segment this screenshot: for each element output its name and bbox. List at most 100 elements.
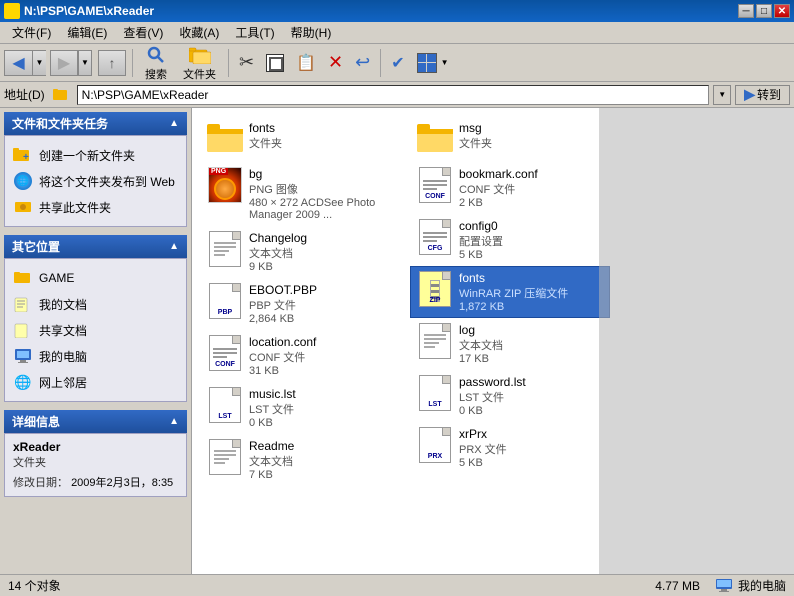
list-item[interactable]: PNG bg PNG 图像 480 × 272 ACDSee Photo Man…	[200, 162, 400, 226]
list-item[interactable]: fonts 文件夹	[200, 116, 400, 162]
task-share[interactable]: 共享此文件夹	[13, 194, 178, 220]
other-shared-docs[interactable]: 共享文档	[13, 317, 178, 343]
up-button[interactable]: ↑	[98, 50, 126, 76]
back-dropdown[interactable]: ▼	[32, 50, 46, 76]
view-button[interactable]	[413, 51, 441, 75]
file-info: password.lst LST 文件 0 KB	[459, 375, 526, 417]
other-network[interactable]: 🌐 网上邻居	[13, 369, 178, 395]
titlebar-title: N:\PSP\GAME\xReader	[4, 3, 154, 19]
list-item[interactable]: Changelog 文本文档 9 KB	[200, 226, 400, 278]
statusbar: 14 个对象 4.77 MB 我的电脑	[0, 574, 794, 596]
my-computer-icon	[13, 346, 33, 366]
left-panel: 文件和文件夹任务 ▲ + 创建一个新文件夹 🌐	[0, 108, 192, 574]
other-my-computer[interactable]: 我的电脑	[13, 343, 178, 369]
list-item[interactable]: CFG config0 配置设置 5 KB	[410, 214, 610, 266]
file-type: 文件夹	[249, 135, 282, 151]
close-button[interactable]: ✕	[774, 4, 790, 18]
menu-help[interactable]: 帮助(H)	[283, 22, 340, 43]
delete-button[interactable]: ✕	[324, 50, 347, 75]
goto-label: 转到	[757, 86, 781, 103]
move-icon: ✔	[391, 53, 404, 73]
file-type: LST 文件	[459, 389, 526, 405]
goto-button[interactable]: ▶ 转到	[735, 85, 790, 105]
share-icon	[13, 197, 33, 217]
task-publish[interactable]: 🌐 将这个文件夹发布到 Web	[13, 168, 178, 194]
copy-icon	[266, 54, 284, 72]
forward-group: ▶ ▼	[50, 50, 92, 76]
detail-header[interactable]: 详细信息 ▲	[4, 410, 187, 433]
file-size: 9 KB	[249, 261, 307, 273]
minimize-button[interactable]: ─	[738, 4, 754, 18]
titlebar: N:\PSP\GAME\xReader ─ □ ✕	[0, 0, 794, 22]
detail-section: 详细信息 ▲ xReader 文件夹 修改日期： 2009年2月3日，8:35	[4, 410, 187, 497]
other-body: GAME 我的文档 共享文档	[4, 258, 187, 402]
back-button[interactable]: ◀	[4, 50, 32, 76]
file-name: EBOOT.PBP	[249, 283, 317, 297]
view-dropdown[interactable]: ▼	[441, 58, 449, 67]
undo-button[interactable]: ↩	[351, 50, 374, 75]
other-header[interactable]: 其它位置 ▲	[4, 235, 187, 258]
task-new-folder[interactable]: + 创建一个新文件夹	[13, 142, 178, 168]
file-icon: LST	[417, 375, 453, 411]
move-button[interactable]: ✔	[387, 51, 408, 75]
other-my-computer-label: 我的电脑	[39, 348, 87, 365]
list-item[interactable]: PRX xrPrx PRX 文件 5 KB	[410, 422, 610, 474]
file-size: 1,872 KB	[459, 301, 568, 313]
task-publish-label: 将这个文件夹发布到 Web	[39, 173, 175, 190]
address-field[interactable]: N:\PSP\GAME\xReader	[77, 85, 710, 105]
file-icon: LST	[207, 387, 243, 423]
list-item[interactable]: LST music.lst LST 文件 0 KB	[200, 382, 400, 434]
search-button[interactable]: 搜索	[139, 42, 173, 84]
forward-button[interactable]: ▶	[50, 50, 78, 76]
file-size: 17 KB	[459, 353, 503, 365]
address-dropdown[interactable]: ▼	[713, 85, 731, 105]
other-my-docs[interactable]: 我的文档	[13, 291, 178, 317]
list-item[interactable]: log 文本文档 17 KB	[410, 318, 610, 370]
other-game-label: GAME	[39, 271, 74, 285]
list-item[interactable]: CONF bookmark.conf CONF 文件 2 KB	[410, 162, 610, 214]
tasks-header-label: 文件和文件夹任务	[12, 115, 108, 132]
detail-name: xReader	[13, 440, 178, 454]
file-name: config0	[459, 219, 503, 233]
file-icon	[417, 121, 453, 157]
file-icon	[417, 323, 453, 359]
menu-edit[interactable]: 编辑(E)	[59, 22, 115, 43]
folders-button[interactable]: 文件夹	[177, 42, 222, 84]
menu-view[interactable]: 查看(V)	[115, 22, 171, 43]
paste-button[interactable]: 📋	[292, 51, 320, 75]
file-name: fonts	[249, 121, 282, 135]
publish-icon: 🌐	[13, 171, 33, 191]
file-size: 2,864 KB	[249, 313, 317, 325]
forward-dropdown[interactable]: ▼	[78, 50, 92, 76]
address-path-text: N:\PSP\GAME\xReader	[82, 88, 209, 102]
file-name: music.lst	[249, 387, 296, 401]
back-group: ◀ ▼	[4, 50, 46, 76]
list-item[interactable]: Readme 文本文档 7 KB	[200, 434, 400, 486]
menu-favorites[interactable]: 收藏(A)	[171, 22, 227, 43]
list-item[interactable]: ZIP fonts WinRAR ZIP 压缩文件 1,872 KB	[410, 266, 610, 318]
file-info: bookmark.conf CONF 文件 2 KB	[459, 167, 538, 209]
detail-type: 文件夹	[13, 454, 178, 470]
other-game[interactable]: GAME	[13, 265, 178, 291]
tasks-section: 文件和文件夹任务 ▲ + 创建一个新文件夹 🌐	[4, 112, 187, 227]
file-name: bg	[249, 167, 393, 181]
file-info: EBOOT.PBP PBP 文件 2,864 KB	[249, 283, 317, 325]
copy-button[interactable]	[262, 52, 288, 74]
list-item[interactable]: msg 文件夹	[410, 116, 610, 162]
file-type: 文件夹	[459, 135, 492, 151]
list-item[interactable]: LST password.lst LST 文件 0 KB	[410, 370, 610, 422]
list-item[interactable]: PBP EBOOT.PBP PBP 文件 2,864 KB	[200, 278, 400, 330]
file-size: 0 KB	[249, 417, 296, 429]
tasks-header[interactable]: 文件和文件夹任务 ▲	[4, 112, 187, 135]
computer-status-icon	[716, 579, 734, 593]
file-icon	[207, 231, 243, 267]
file-size: 5 KB	[459, 457, 507, 469]
detail-modified-value: 2009年2月3日，8:35	[71, 477, 173, 489]
menu-file[interactable]: 文件(F)	[4, 22, 59, 43]
restore-button[interactable]: □	[756, 4, 772, 18]
list-item[interactable]: CONF location.conf CONF 文件 31 KB	[200, 330, 400, 382]
menu-tools[interactable]: 工具(T)	[227, 22, 282, 43]
cut-button[interactable]: ✂	[235, 50, 258, 75]
separator-2	[228, 49, 229, 77]
detail-header-label: 详细信息	[12, 413, 60, 430]
